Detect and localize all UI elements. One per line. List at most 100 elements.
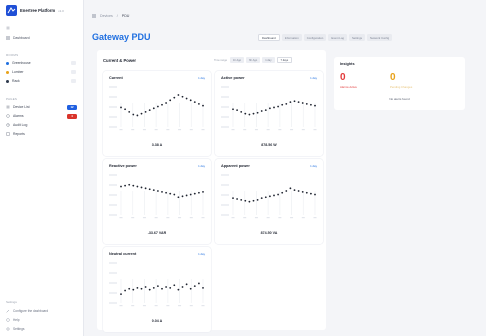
data-point	[177, 288, 180, 291]
x-tick	[119, 305, 123, 307]
data-point	[128, 287, 131, 290]
sidebar-section-pages: Pages	[6, 97, 18, 101]
sidebar-item-label: Rack	[12, 79, 20, 83]
data-point	[314, 104, 316, 107]
card-range-link[interactable]: 1 day	[310, 164, 317, 168]
sidebar-item-greenhouse[interactable]: Greenhouse	[6, 59, 78, 67]
data-point	[314, 193, 316, 196]
sidebar-item-rack[interactable]: Rack	[6, 77, 78, 85]
range-1h[interactable]: 1h Ago	[230, 57, 245, 63]
sidebar-item-reports[interactable]: Reports	[6, 130, 78, 138]
sidebar-item-label: Audit Log	[13, 123, 28, 127]
tab-event-log[interactable]: Event Log	[328, 34, 347, 41]
data-point	[189, 99, 192, 102]
range-1d[interactable]: 1 day	[262, 57, 275, 63]
sidebar-item-label: Alarms	[13, 114, 24, 118]
data-point	[256, 198, 259, 201]
reactive-power-chart	[109, 174, 205, 219]
y-tick	[109, 272, 117, 274]
data-point	[136, 286, 139, 289]
y-tick	[221, 194, 229, 196]
card-range-link[interactable]: 1 day	[198, 164, 205, 168]
collapse-toggle[interactable]	[6, 26, 10, 30]
data-point	[301, 190, 304, 193]
x-tick	[131, 129, 135, 131]
tab-settings[interactable]: Settings	[348, 34, 366, 41]
status-dot	[6, 79, 9, 83]
data-point	[244, 199, 247, 202]
card-range-link[interactable]: 1 day	[198, 252, 205, 256]
sidebar-item-device-list[interactable]: Device List 12	[6, 103, 78, 111]
brand[interactable]: Enertree Platform v1.0	[6, 5, 64, 16]
x-tick	[142, 217, 146, 219]
data-point	[260, 197, 263, 200]
data-point	[128, 183, 131, 186]
data-point	[252, 112, 255, 115]
data-point	[181, 95, 184, 98]
data-point	[193, 101, 196, 104]
x-tick	[266, 217, 270, 219]
data-point	[132, 184, 135, 187]
data-point	[273, 194, 275, 197]
tab-dashboard[interactable]: Dashboard	[258, 34, 280, 41]
data-point	[165, 102, 167, 104]
y-tick	[109, 184, 117, 186]
card-value: 878.56 W	[261, 143, 277, 147]
y-tick	[221, 116, 229, 118]
data-point	[140, 287, 143, 290]
data-point	[289, 101, 292, 104]
sidebar-item-label: Help	[13, 318, 20, 322]
active-power-chart	[221, 86, 317, 131]
data-point	[281, 103, 284, 106]
x-tick	[301, 129, 305, 131]
card-value: 3.38 A	[151, 143, 163, 147]
data-point	[293, 100, 296, 103]
x-tick	[201, 305, 205, 307]
clock-icon	[6, 123, 10, 127]
y-tick	[109, 282, 117, 284]
data-point	[301, 102, 304, 104]
data-point	[140, 112, 143, 115]
card-title: Active power	[221, 76, 245, 80]
data-point	[169, 286, 172, 289]
data-point	[189, 193, 192, 196]
status-dot	[6, 61, 9, 65]
tab-configuration[interactable]: Configuration	[303, 34, 327, 41]
x-tick	[166, 305, 170, 307]
data-point	[193, 192, 196, 195]
data-point	[124, 184, 126, 187]
card-range-link[interactable]: 1 day	[198, 76, 205, 80]
range-6h[interactable]: 6h Ago	[246, 57, 261, 63]
sidebar-item-configure[interactable]: Configure the dashboard	[6, 309, 48, 313]
data-point	[289, 187, 292, 190]
sidebar-item-alarms[interactable]: Alarms 4	[6, 112, 78, 120]
sidebar-item-dashboard[interactable]: Dashboard	[6, 36, 30, 40]
breadcrumb-root[interactable]: Devices	[100, 14, 113, 18]
data-point	[281, 191, 284, 194]
data-point	[128, 110, 131, 113]
x-tick	[201, 217, 205, 219]
range-7d[interactable]: 7 days	[276, 57, 293, 63]
sidebar-item-lumber[interactable]: Lumber	[6, 68, 78, 76]
data-point	[161, 190, 163, 193]
data-point	[297, 190, 300, 192]
y-tick	[221, 106, 229, 108]
sidebar-item-audit-log[interactable]: Audit Log	[6, 121, 78, 129]
x-tick	[154, 217, 158, 219]
chevron-icon	[71, 70, 76, 74]
y-tick	[109, 116, 117, 118]
card-value: 874.50 VA	[260, 231, 278, 235]
sidebar-item-settings[interactable]: Settings	[6, 327, 25, 331]
count-badge: 4	[67, 113, 77, 119]
tab-information[interactable]: Information	[281, 34, 302, 41]
breadcrumb-separator: /	[116, 14, 118, 18]
card-range-link[interactable]: 1 day	[310, 76, 317, 80]
x-tick	[166, 129, 170, 131]
alarms-label: Alarms Active	[340, 85, 357, 89]
page-title: Gateway PDU	[92, 32, 151, 42]
brand-version: v1.0	[58, 8, 64, 13]
sidebar-item-help[interactable]: Help	[6, 318, 20, 322]
brand-name: Enertree Platform	[20, 8, 56, 13]
y-tick	[109, 194, 117, 196]
tab-network-config[interactable]: Network Config	[367, 34, 393, 41]
